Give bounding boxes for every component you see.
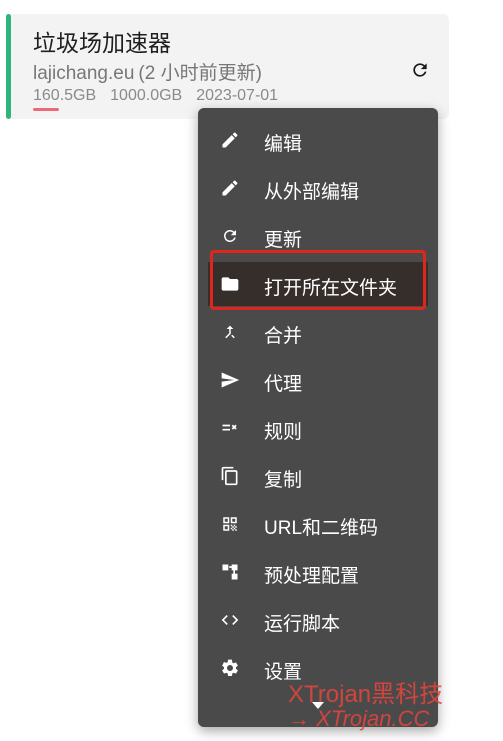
refresh-icon xyxy=(413,63,427,77)
menu-item-label: URL和二维码 xyxy=(264,518,379,539)
refresh-icon xyxy=(220,226,240,246)
usage-progress-fill xyxy=(33,108,59,111)
usage-progress-bar xyxy=(33,108,193,111)
watermark-url: → XTrojan.CC xyxy=(288,706,430,731)
profile-domain: lajichang.eu xyxy=(33,63,135,84)
menu-item-label: 编辑 xyxy=(264,134,303,155)
traffic-used: 160.5GB xyxy=(33,87,97,104)
profile-title: 垃圾场加速器 xyxy=(33,30,171,56)
profile-subtitle: lajichang.eu (2 小时前更新) xyxy=(33,58,262,85)
gear-icon xyxy=(220,658,240,678)
pencil-icon xyxy=(220,130,240,150)
profile-active-indicator xyxy=(6,14,11,119)
traffic-total: 1000.0GB xyxy=(110,87,183,104)
highlight-annotation xyxy=(210,250,426,310)
menu-item-label: 合并 xyxy=(264,326,303,347)
qrcode-icon xyxy=(220,514,240,534)
profile-card[interactable]: 垃圾场加速器 lajichang.eu (2 小时前更新) 160.5GB 100… xyxy=(6,14,449,119)
menu-item-edit[interactable]: 编辑 xyxy=(198,118,438,162)
rule-icon xyxy=(220,418,240,438)
merge-icon xyxy=(220,322,240,342)
profile-updated: (2 小时前更新) xyxy=(138,63,262,84)
profile-stats: 160.5GB 1000.0GB 2023-07-01 xyxy=(33,87,278,105)
pencil-icon xyxy=(220,178,240,198)
menu-item-edit-external[interactable]: 从外部编辑 xyxy=(198,166,438,210)
menu-item-url-qrcode[interactable]: URL和二维码 xyxy=(198,502,438,546)
menu-item-run-script[interactable]: 运行脚本 xyxy=(198,598,438,642)
schema-icon xyxy=(220,562,240,582)
send-icon xyxy=(220,370,240,390)
menu-item-label: 规则 xyxy=(264,422,303,443)
menu-item-proxy[interactable]: 代理 xyxy=(198,358,438,402)
menu-item-copy[interactable]: 复制 xyxy=(198,454,438,498)
menu-item-merge[interactable]: 合并 xyxy=(198,310,438,354)
menu-item-rules[interactable]: 规则 xyxy=(198,406,438,450)
menu-item-label: 代理 xyxy=(264,374,303,395)
menu-item-label: 运行脚本 xyxy=(264,614,341,635)
watermark-text: XTrojan黑科技 xyxy=(288,681,444,708)
context-menu: 编辑 从外部编辑 更新 打开所在文件夹 合并 代理 规则 复制 URL和二维码 … xyxy=(198,108,438,727)
refresh-button[interactable] xyxy=(406,56,434,84)
menu-item-label: 预处理配置 xyxy=(264,566,360,587)
menu-item-label: 复制 xyxy=(264,470,303,491)
menu-item-label: 从外部编辑 xyxy=(264,182,360,203)
menu-item-label: 更新 xyxy=(264,230,303,251)
copy-icon xyxy=(220,466,240,486)
menu-item-preprocess[interactable]: 预处理配置 xyxy=(198,550,438,594)
code-icon xyxy=(220,610,240,630)
expire-date: 2023-07-01 xyxy=(196,87,279,104)
